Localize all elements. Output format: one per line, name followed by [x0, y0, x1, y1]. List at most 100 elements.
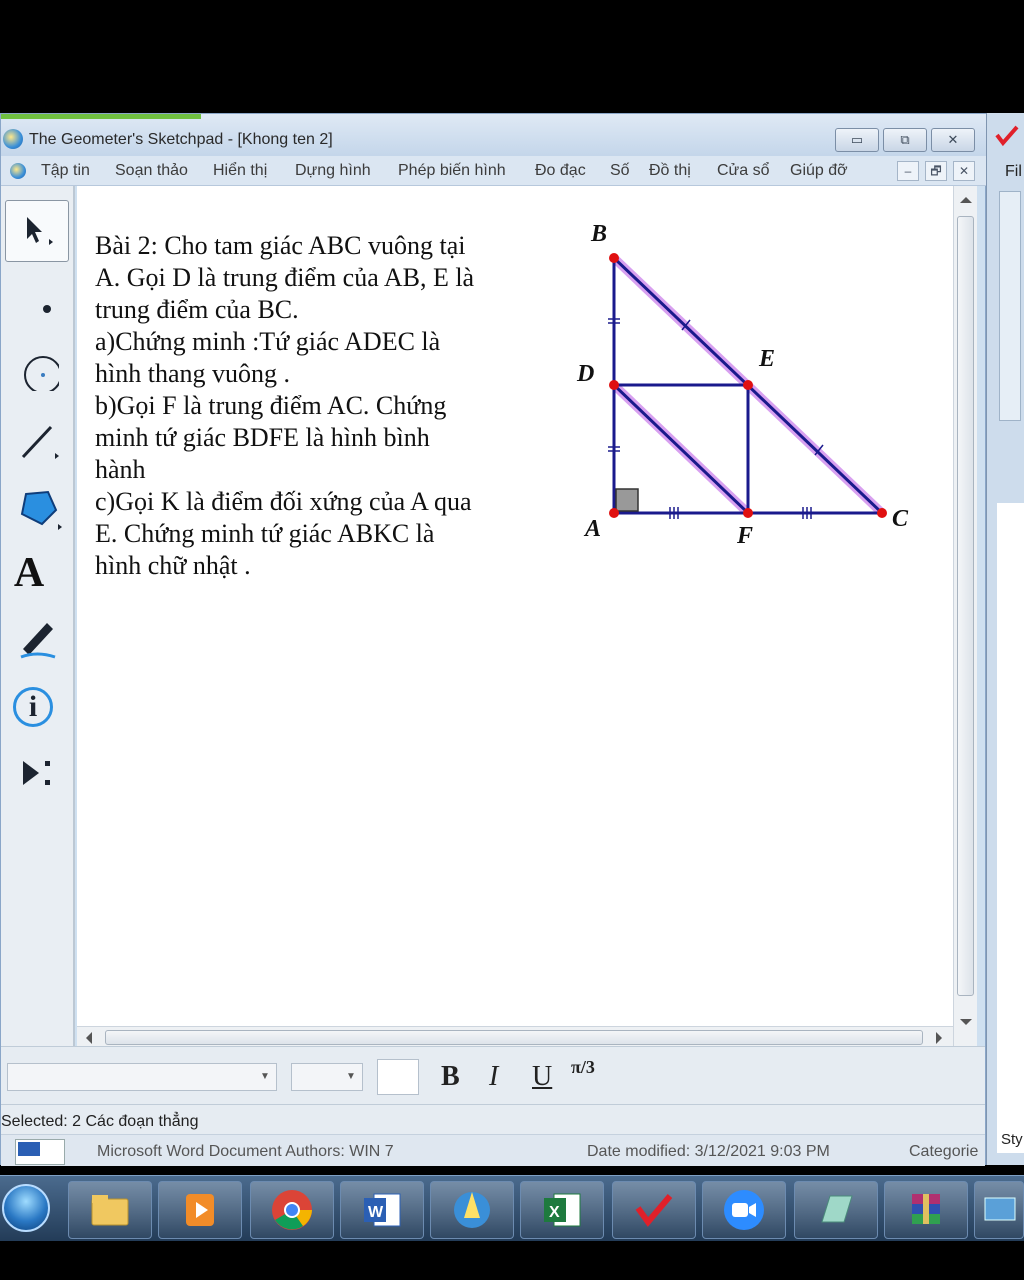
scroll-right-icon[interactable] [935, 1032, 943, 1044]
vertical-scroll-thumb[interactable] [957, 216, 974, 996]
math-format-button[interactable]: π/3 [571, 1057, 595, 1078]
triangle-figure[interactable]: B D E A F C [557, 206, 937, 566]
problem-line: A. Gọi D là trung điểm của AB, E là [95, 263, 475, 292]
scroll-up-icon[interactable] [960, 196, 972, 204]
menu-display[interactable]: Hiển thị [213, 162, 267, 180]
point-e[interactable] [743, 380, 753, 390]
compass-circle-icon [24, 356, 59, 391]
background-styles-label[interactable]: Sty [1001, 1131, 1023, 1148]
horizontal-scroll-thumb[interactable] [105, 1030, 923, 1045]
menu-help[interactable]: Giúp đỡ [790, 162, 848, 180]
problem-text-caption[interactable]: Bài 2: Cho tam giác ABC vuông tại A. Gọi… [95, 230, 535, 582]
taskbar-file-explorer[interactable] [68, 1181, 152, 1239]
doc-close-button[interactable]: ✕ [953, 161, 975, 181]
point-c[interactable] [877, 508, 887, 518]
winrar-icon [912, 1194, 940, 1224]
label-b[interactable]: B [590, 221, 607, 247]
taskbar: W X [0, 1175, 1024, 1241]
horizontal-scrollbar[interactable] [77, 1026, 953, 1046]
menu-file[interactable]: Tập tin [41, 162, 90, 180]
word-doc-thumbnail [15, 1139, 65, 1165]
details-date-modified: Date modified: 3/12/2021 9:03 PM [587, 1143, 830, 1160]
taskbar-screen-app[interactable] [974, 1181, 1024, 1239]
start-button[interactable] [2, 1184, 50, 1232]
point-d[interactable] [609, 380, 619, 390]
point-b[interactable] [609, 253, 619, 263]
menu-graph[interactable]: Đồ thị [649, 162, 691, 180]
taskbar-excel[interactable]: X [520, 1181, 604, 1239]
background-menu-label[interactable]: Fil [1005, 163, 1022, 181]
bold-button[interactable]: B [441, 1061, 460, 1093]
menu-window[interactable]: Cửa sổ [717, 162, 770, 180]
arrow-select-icon [27, 217, 53, 245]
custom-tools-button[interactable] [5, 744, 69, 806]
label-c[interactable]: C [892, 506, 909, 532]
menu-bar: Tập tin Soạn thảo Hiển thị Dựng hình Phé… [1, 156, 987, 186]
text-tool-button[interactable]: A [5, 542, 69, 604]
red-check-icon [635, 1194, 673, 1227]
doc-restore-button[interactable]: 🗗 [925, 161, 947, 181]
menu-number[interactable]: Số [610, 162, 630, 180]
point-f[interactable] [743, 508, 753, 518]
scroll-down-icon[interactable] [960, 1018, 972, 1026]
details-type-authors: Microsoft Word Document Authors: WIN 7 [97, 1143, 394, 1160]
information-icon: i [13, 687, 53, 727]
polygon-tool-button[interactable] [5, 476, 69, 538]
chevron-down-icon: ▼ [346, 1071, 356, 1082]
underline-button[interactable]: U [532, 1061, 552, 1093]
minimize-button[interactable]: ▭ [835, 128, 879, 152]
file-details-strip: Microsoft Word Document Authors: WIN 7 D… [1, 1134, 985, 1166]
doc-minimize-button[interactable]: – [897, 161, 919, 181]
italic-button[interactable]: I [489, 1061, 498, 1093]
taskbar-sketchpad[interactable] [430, 1181, 514, 1239]
menu-construct[interactable]: Dựng hình [295, 162, 371, 180]
taskbar-math-app[interactable] [612, 1181, 696, 1239]
problem-line: trung điểm của BC. [95, 295, 299, 324]
problem-line: c)Gọi K là điểm đối xứng của A qua [95, 487, 472, 516]
point-icon [43, 305, 51, 313]
problem-line: E. Chứng minh tứ giác ABKC là [95, 519, 435, 548]
marker-pen-icon [20, 623, 56, 659]
taskbar-chrome[interactable] [250, 1181, 334, 1239]
restore-button[interactable]: ⧉ [883, 128, 927, 152]
problem-line: a)Chứng minh :Tứ giác ADEC là [95, 327, 441, 356]
vertical-scrollbar[interactable] [953, 186, 977, 1046]
straightedge-tool-button[interactable] [5, 408, 69, 470]
menu-edit[interactable]: Soạn thảo [115, 162, 188, 180]
taskbar-winrar[interactable] [884, 1181, 968, 1239]
font-family-dropdown[interactable]: ▼ [7, 1063, 277, 1091]
taskbar-word[interactable]: W [340, 1181, 424, 1239]
point-a[interactable] [609, 508, 619, 518]
document-icon[interactable] [10, 163, 26, 179]
word-icon: W [364, 1193, 401, 1227]
problem-line: b)Gọi F là trung điểm AC. Chứng [95, 391, 447, 420]
right-angle-marker [615, 488, 639, 512]
marker-tool-button[interactable] [5, 606, 69, 668]
scroll-left-icon[interactable] [85, 1032, 93, 1044]
arrow-tool-button[interactable] [5, 200, 69, 262]
compass-tool-button[interactable] [5, 338, 69, 400]
taskbar-media-player[interactable] [158, 1181, 242, 1239]
taskbar-zoom[interactable] [702, 1181, 786, 1239]
close-button[interactable]: ✕ [931, 128, 975, 152]
point-tool-button[interactable] [5, 268, 69, 330]
label-d[interactable]: D [576, 361, 594, 387]
information-tool-button[interactable]: i [5, 676, 69, 738]
label-e[interactable]: E [758, 346, 775, 372]
text-color-button[interactable] [377, 1059, 419, 1095]
sketch-canvas[interactable]: Bài 2: Cho tam giác ABC vuông tại A. Gọi… [77, 186, 953, 1026]
menu-transform[interactable]: Phép biến hình [398, 162, 506, 180]
problem-line: hình chữ nhật . [95, 551, 251, 580]
font-size-dropdown[interactable]: ▼ [291, 1063, 363, 1091]
title-bar[interactable]: The Geometer's Sketchpad - [Khong ten 2]… [1, 114, 987, 156]
sketchpad-window: The Geometer's Sketchpad - [Khong ten 2]… [0, 113, 987, 1166]
chrome-icon [272, 1190, 312, 1230]
taskbar-notes[interactable] [794, 1181, 878, 1239]
label-a[interactable]: A [583, 516, 601, 542]
background-window[interactable]: Fil Sty [986, 113, 1024, 1165]
label-f[interactable]: F [736, 523, 753, 549]
sketchpad-icon [454, 1192, 490, 1228]
menu-measure[interactable]: Đo đạc [535, 162, 586, 180]
status-bar: Selected: 2 Các đoạn thẳng [1, 1104, 985, 1134]
sketchpad-app-icon[interactable] [3, 129, 23, 149]
